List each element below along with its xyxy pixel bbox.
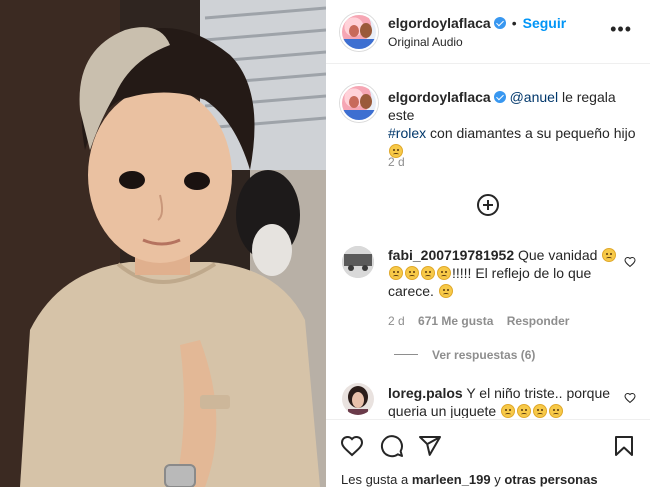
liked-by-user[interactable]: marleen_199: [412, 472, 491, 487]
sad-emoji-icon: [405, 266, 419, 280]
post-header: elgordoylaflaca • Seguir Original Audio ••…: [326, 0, 650, 64]
comment-like-heart-icon[interactable]: [624, 256, 636, 268]
thinking-emoji-icon: [438, 284, 453, 298]
comment-timestamp[interactable]: 2 d: [388, 314, 405, 328]
caption: elgordoylaflaca @anuel le regala este #r…: [388, 88, 638, 160]
comment-like-heart-icon[interactable]: [624, 392, 636, 404]
comment-username[interactable]: fabi_200719781952: [388, 247, 514, 263]
comment-text-3: carece.: [388, 283, 438, 299]
bookmark-icon[interactable]: [612, 434, 636, 458]
plus-circle-icon[interactable]: [476, 193, 500, 217]
action-bar: Les gusta a marleen_199 y otras personas: [326, 419, 650, 487]
post-sidebar: elgordoylaflaca • Seguir Original Audio ••…: [326, 0, 650, 487]
follow-button[interactable]: Seguir: [523, 15, 567, 31]
mention-link[interactable]: @anuel: [510, 89, 558, 105]
likes-middle: y: [490, 472, 505, 487]
original-audio-link[interactable]: Original Audio: [388, 35, 463, 49]
header-userline: elgordoylaflaca • Seguir: [388, 15, 566, 33]
caption-avatar[interactable]: [340, 84, 378, 122]
reply-button[interactable]: Responder: [507, 314, 570, 328]
likes-summary: Les gusta a marleen_199 y otras personas: [341, 472, 598, 487]
crying-emoji-icon: [517, 404, 532, 418]
comment-text-1: Que vanidad: [514, 247, 602, 263]
comment-likes-count[interactable]: 671 Me gusta: [418, 314, 493, 328]
more-icon[interactable]: •••: [610, 20, 632, 38]
author-username[interactable]: elgordoylaflaca: [388, 15, 491, 31]
flushed-emoji-icon: [533, 404, 548, 418]
likes-prefix: Les gusta a: [341, 472, 412, 487]
view-replies-label: Ver respuestas (6): [432, 348, 536, 362]
comment-username[interactable]: loreg.palos: [388, 385, 463, 401]
view-replies-button[interactable]: Ver respuestas (6): [394, 346, 535, 364]
commenter-avatar[interactable]: [342, 246, 374, 278]
sad-emoji-icon: [549, 404, 564, 418]
caption-username[interactable]: elgordoylaflaca: [388, 89, 491, 105]
sad-emoji-icon: [602, 248, 617, 262]
comment: fabi_200719781952 Que vanidad !!!!! El r…: [388, 246, 618, 300]
share-send-icon[interactable]: [418, 434, 442, 458]
sad-emoji-icon: [389, 266, 403, 280]
comment-bubble-icon[interactable]: [380, 434, 404, 458]
author-avatar[interactable]: [340, 13, 378, 51]
verified-icon: [493, 17, 506, 29]
verified-icon: [493, 91, 506, 103]
caption-text-2: con diamantes a su pequeño hijo: [426, 125, 636, 141]
crying-emoji-icon: [501, 404, 516, 418]
sad-emoji-icon: [421, 266, 435, 280]
like-heart-icon[interactable]: [340, 434, 364, 458]
comment-meta: 2 d 671 Me gusta Responder: [388, 314, 569, 328]
comment-text-2: !!!!! El reflejo de lo que: [452, 265, 592, 281]
comment-text-1: Y el niño triste.. porque: [462, 385, 611, 401]
sad-emoji-icon: [437, 266, 451, 280]
post-media[interactable]: [0, 0, 326, 487]
liked-by-others[interactable]: otras personas: [504, 472, 597, 487]
replies-divider: [394, 354, 418, 356]
video-frame-image: [0, 0, 326, 487]
comment-text-2: queria un juguete: [388, 403, 501, 418]
commenter-avatar[interactable]: [342, 383, 374, 415]
hashtag-link[interactable]: #rolex: [388, 125, 426, 141]
comment: loreg.palos Y el niño triste.. porque qu…: [388, 384, 618, 418]
dot-separator: •: [511, 15, 517, 31]
caption-timestamp[interactable]: 2 d: [388, 155, 405, 169]
